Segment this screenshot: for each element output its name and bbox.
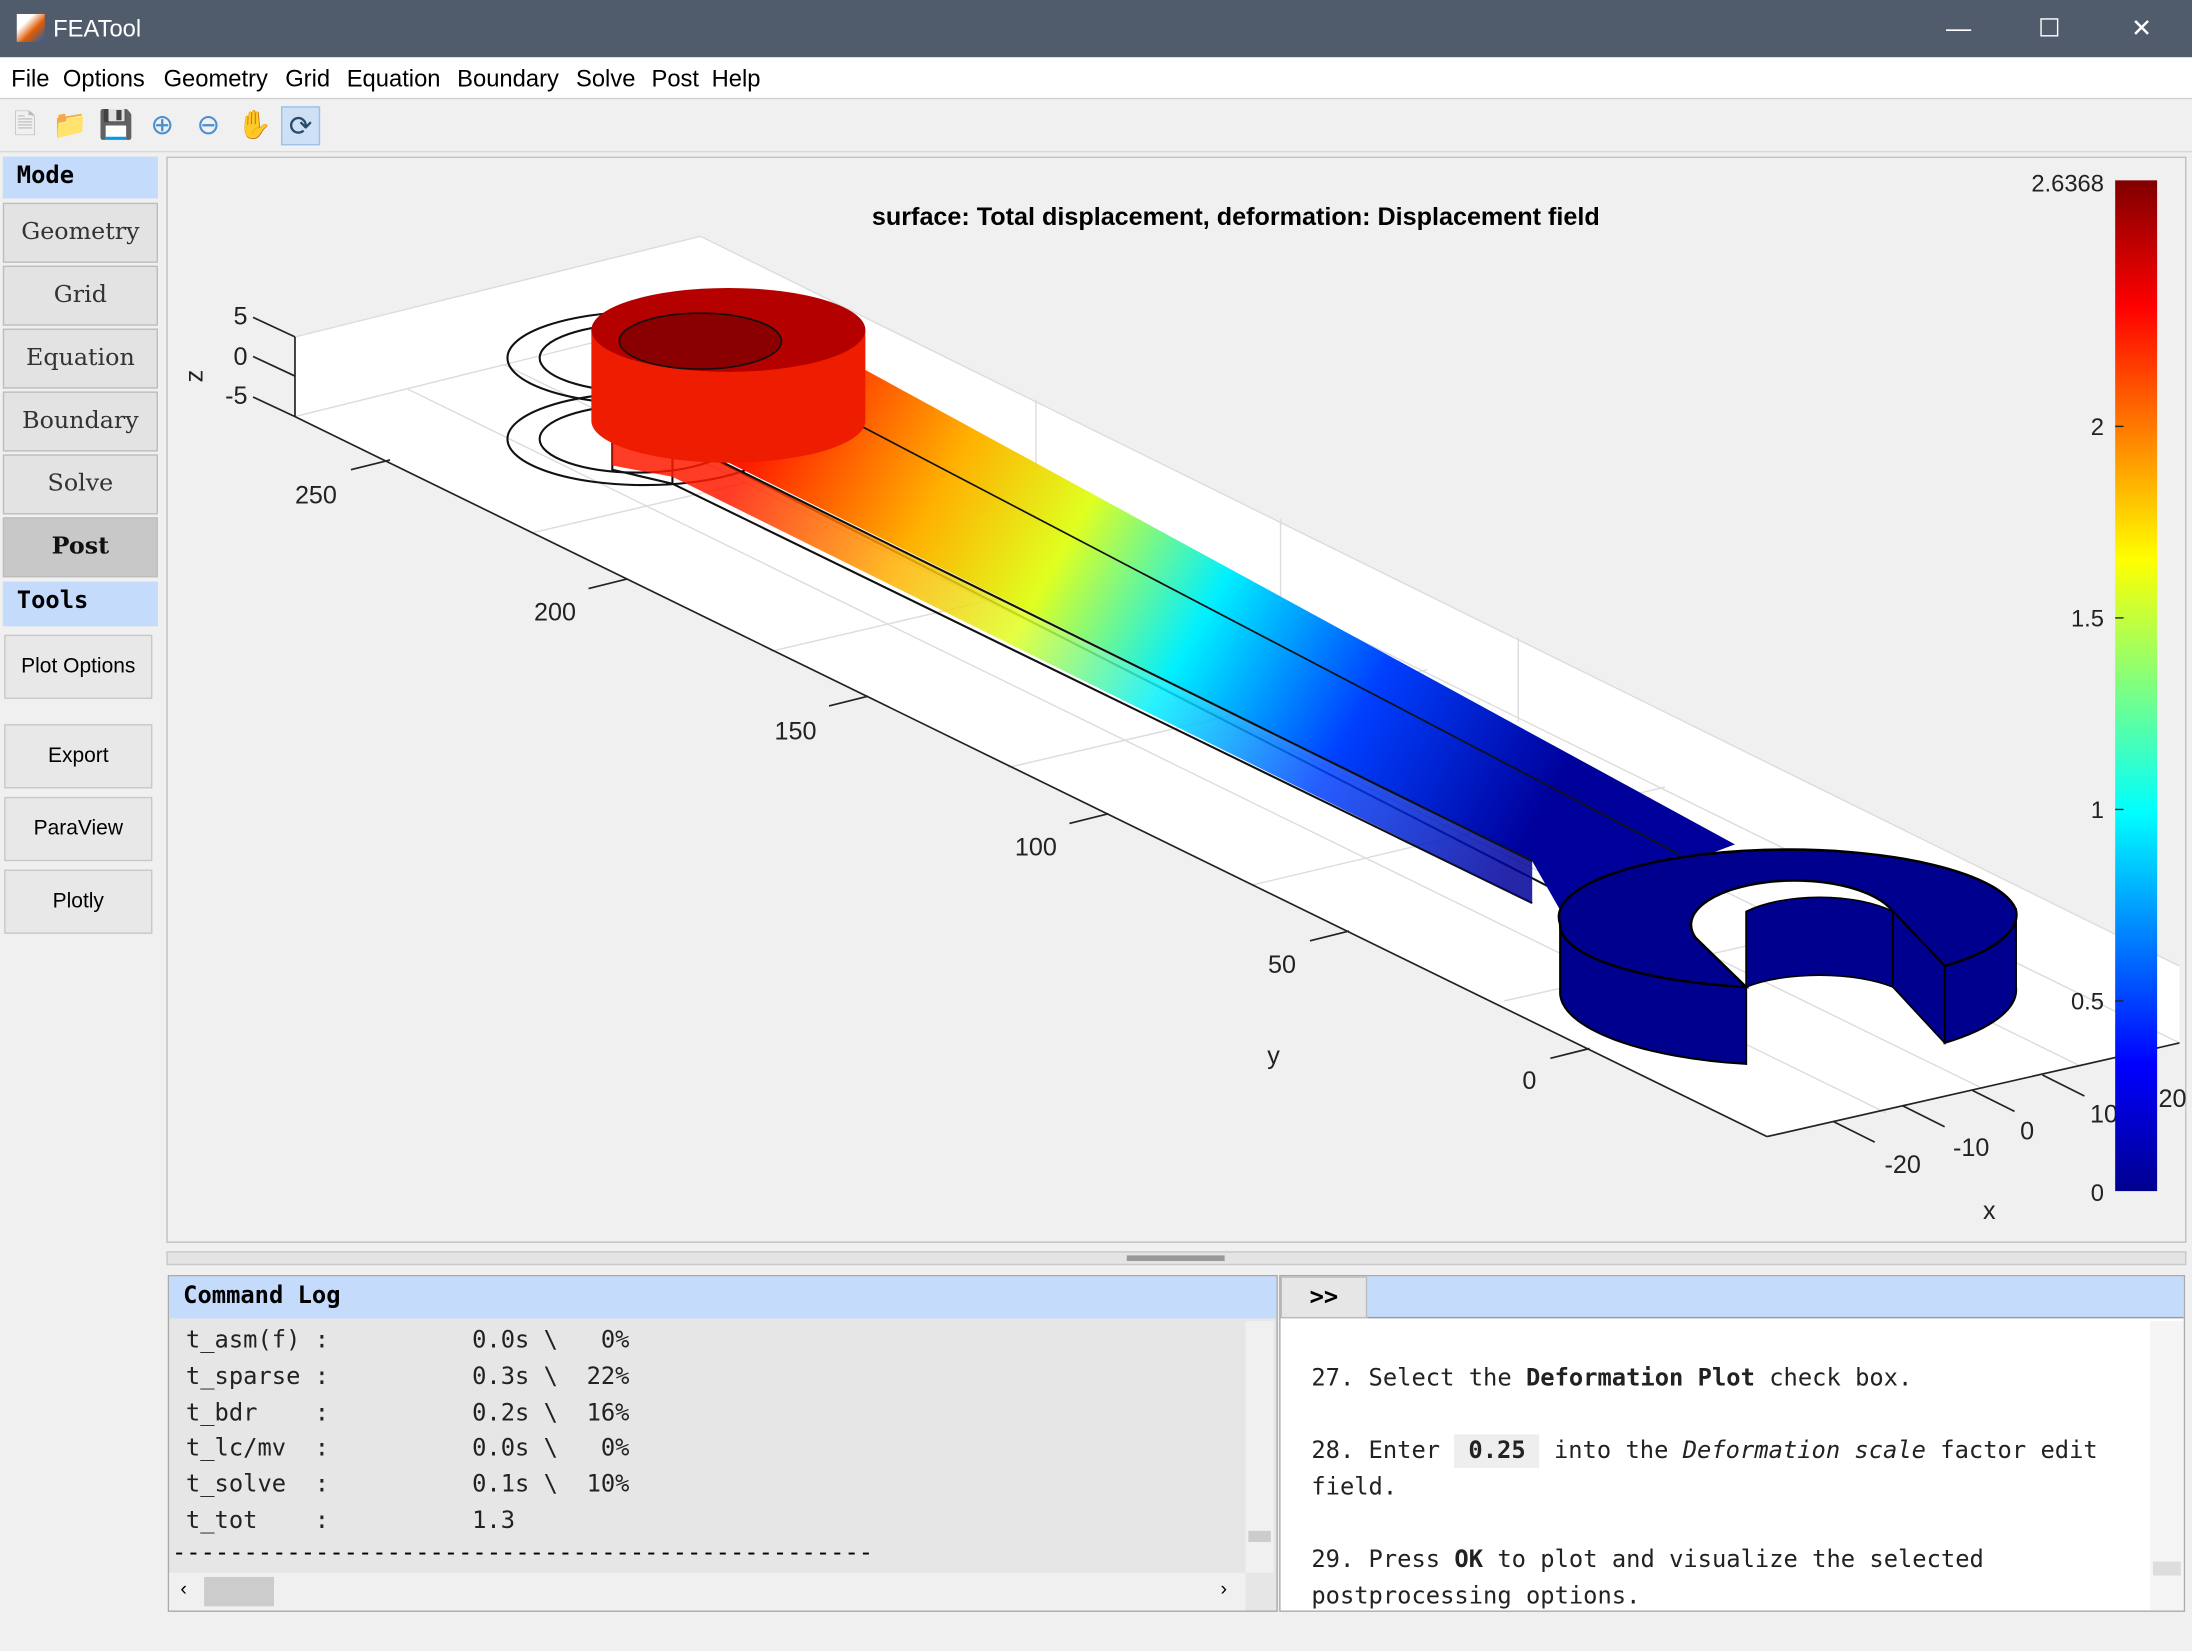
plotly-button[interactable]: Plotly <box>4 869 153 934</box>
close-button[interactable]: ✕ <box>2121 8 2163 47</box>
help-panel: >> 27. Select the Deformation Plot check… <box>1279 1274 2186 1612</box>
y-axis-label: y <box>1267 1042 1280 1070</box>
plot-options-button[interactable]: Plot Options <box>4 634 153 699</box>
x-tick: 0 <box>2020 1117 2034 1145</box>
zoom-out-icon[interactable]: ⊖ <box>189 106 228 145</box>
log-row: t_sparse : 0.3s \ 22% <box>185 1362 630 1391</box>
log-scroll-thumb[interactable] <box>1248 1530 1271 1542</box>
command-log-header: Command Log <box>169 1276 1277 1319</box>
plot-title: surface: Total displacement, deformation… <box>872 203 1600 231</box>
toolbar: 🗎 📁 💾 ⊕ ⊖ ✋ ⟳ <box>0 100 2192 153</box>
colorbar-max: 2.6368 <box>2031 171 2104 198</box>
panel-splitter[interactable] <box>166 1251 2187 1266</box>
log-separator: ----------------------------------------… <box>171 1539 874 1568</box>
log-hscroll-thumb[interactable] <box>204 1576 275 1607</box>
menu-file[interactable]: File <box>11 66 49 94</box>
menu-boundary[interactable]: Boundary <box>457 66 559 94</box>
mode-solve-button[interactable]: Solve <box>2 454 158 515</box>
help-text: 27. Select the Deformation Plot check bo… <box>1311 1360 2150 1651</box>
y-tick: 150 <box>774 718 816 746</box>
menu-geometry[interactable]: Geometry <box>164 66 268 94</box>
maximize-button[interactable]: ☐ <box>2028 8 2070 47</box>
colorbar-tick: 1.5 <box>2071 605 2104 632</box>
y-tick: 50 <box>1268 951 1296 979</box>
x-axis-label: x <box>1983 1197 1996 1225</box>
menu-help[interactable]: Help <box>712 66 761 94</box>
y-tick: 0 <box>1522 1067 1536 1095</box>
z-tick: 5 <box>233 302 247 330</box>
z-axis-label: z <box>181 370 209 383</box>
rotate-icon[interactable]: ⟳ <box>280 106 321 146</box>
title-bar: FEATool — ☐ ✕ <box>0 0 2192 58</box>
z-tick: 0 <box>233 343 247 371</box>
mode-grid-button[interactable]: Grid <box>2 265 158 326</box>
matlab-logo-icon <box>16 13 45 42</box>
colorbar-tick: 1 <box>2091 797 2104 824</box>
colorbar-tick: 2 <box>2091 414 2104 441</box>
step-27: 27. Select the Deformation Plot check bo… <box>1311 1364 1913 1393</box>
splitter-handle[interactable] <box>1126 1255 1225 1261</box>
menu-post[interactable]: Post <box>651 66 699 94</box>
zoom-in-icon[interactable]: ⊕ <box>143 106 182 145</box>
scroll-right-icon[interactable]: › <box>1220 1577 1227 1599</box>
y-tick: 250 <box>295 481 337 509</box>
x-tick: -10 <box>1953 1134 1989 1162</box>
mode-boundary-button[interactable]: Boundary <box>2 391 158 452</box>
log-vertical-scrollbar[interactable] <box>1245 1321 1274 1573</box>
colorbar-tick: 0.5 <box>2071 988 2104 1015</box>
paraview-button[interactable]: ParaView <box>4 796 153 862</box>
help-scroll-thumb[interactable] <box>2152 1561 2181 1576</box>
menu-solve[interactable]: Solve <box>576 66 635 94</box>
mode-header: Mode <box>2 156 158 199</box>
step-29: 29. Press OK to plot and visualize the s… <box>1311 1546 1984 1611</box>
colorbar <box>2115 180 2158 1192</box>
y-tick: 100 <box>1015 834 1057 862</box>
menu-grid[interactable]: Grid <box>285 66 330 94</box>
mode-post-button[interactable]: Post <box>2 517 158 578</box>
pan-hand-icon[interactable]: ✋ <box>235 106 274 145</box>
minimize-button[interactable]: — <box>1938 8 1980 47</box>
x-tick: 20 <box>2159 1085 2187 1113</box>
colorbar-tick: 0 <box>2091 1180 2104 1207</box>
step-28: 28. Enter 0.25 into the Deformation scal… <box>1311 1433 2150 1506</box>
featool-window: FEATool — ☐ ✕ File Options Geometry Grid… <box>0 0 2192 1615</box>
tools-header: Tools <box>2 581 158 627</box>
plot-area[interactable]: surface: Total displacement, deformation… <box>166 156 2188 1244</box>
x-tick: -20 <box>1884 1151 1920 1179</box>
export-button[interactable]: Export <box>4 724 153 789</box>
log-row: t_lc/mv : 0.0s \ 0% <box>185 1434 630 1463</box>
new-file-icon[interactable]: 🗎 <box>6 106 45 145</box>
log-horizontal-scrollbar[interactable]: ‹ › <box>169 1572 1246 1611</box>
help-scrollbar[interactable] <box>2150 1321 2184 1611</box>
save-icon[interactable]: 💾 <box>96 106 135 145</box>
help-header <box>1280 1276 2184 1319</box>
z-tick: -5 <box>225 382 247 410</box>
log-row: t_bdr : 0.2s \ 16% <box>185 1398 630 1427</box>
log-row: t_tot : 1.3 <box>185 1507 516 1535</box>
menu-bar: File Options Geometry Grid Equation Boun… <box>0 57 2192 100</box>
log-row: t_solve : 0.1s \ 10% <box>185 1470 630 1499</box>
menu-options[interactable]: Options <box>63 66 145 94</box>
command-log-panel: Command Log t_asm(f) : 0.0s \ 0% t_spars… <box>167 1274 1278 1612</box>
x-tick: 10 <box>2090 1101 2118 1129</box>
menu-equation[interactable]: Equation <box>347 66 441 94</box>
y-tick: 200 <box>534 599 576 627</box>
log-row: t_asm(f) : 0.0s \ 0% <box>185 1326 630 1355</box>
plot-canvas[interactable]: surface: Total displacement, deformation… <box>168 158 2188 1244</box>
mode-equation-button[interactable]: Equation <box>2 328 158 389</box>
log-output: t_asm(f) : 0.0s \ 0% t_sparse : 0.3s \ 2… <box>186 1327 630 1543</box>
expand-button[interactable]: >> <box>1280 1276 1368 1319</box>
mode-geometry-button[interactable]: Geometry <box>2 202 158 263</box>
open-folder-icon[interactable]: 📁 <box>50 106 89 145</box>
scroll-left-icon[interactable]: ‹ <box>180 1577 187 1599</box>
window-title: FEATool <box>53 15 142 42</box>
